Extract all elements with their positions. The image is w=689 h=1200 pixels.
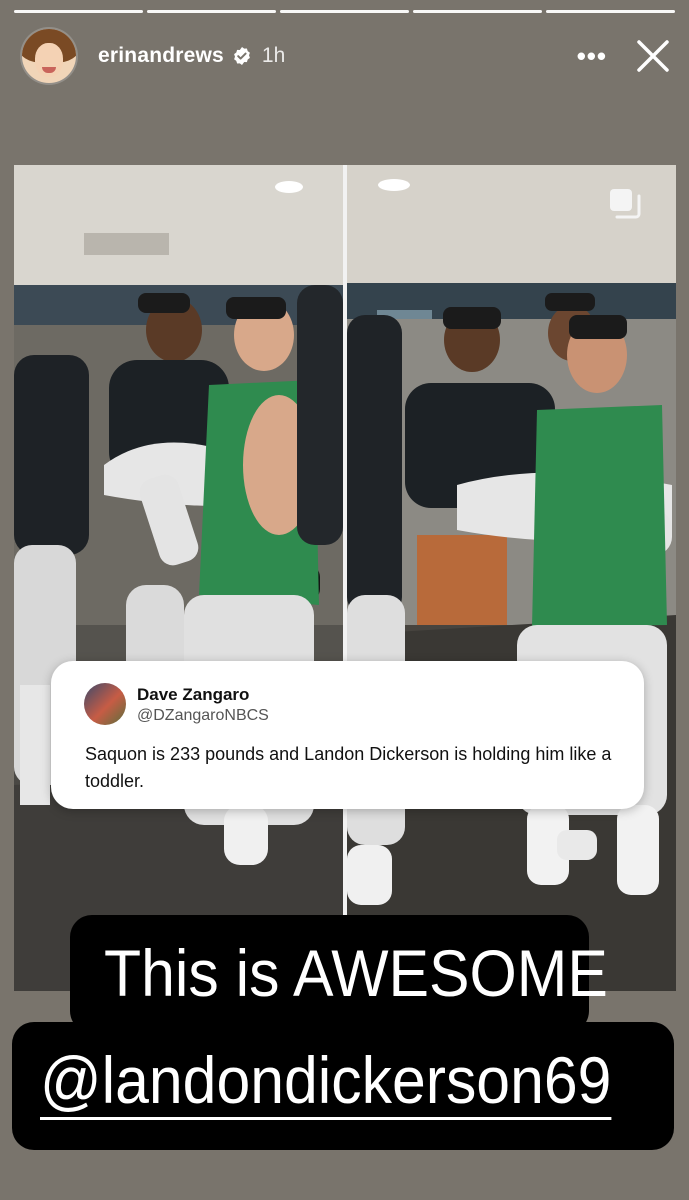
verified-badge-icon — [234, 47, 250, 65]
avatar[interactable] — [22, 29, 76, 83]
story-photo — [14, 165, 676, 991]
progress-segment — [14, 10, 143, 13]
progress-segment — [147, 10, 276, 13]
tweet-text: Saquon is 233 pounds and Landon Dickerso… — [85, 744, 612, 791]
photo-right-panel — [347, 165, 676, 991]
username[interactable]: erinandrews — [98, 44, 224, 68]
tweet-author-handle: @DZangaroNBCS — [137, 707, 269, 724]
progress-segment — [546, 10, 675, 13]
multi-image-icon — [610, 189, 641, 219]
close-icon[interactable] — [635, 38, 671, 74]
tweet-card[interactable]: Dave Zangaro @DZangaroNBCS Saquon is 233… — [51, 661, 644, 809]
caption-line1: This is AWESOME — [104, 936, 608, 1010]
mention-link[interactable]: @landondickerson69 — [40, 1042, 611, 1118]
time-ago: 1h — [261, 44, 286, 67]
tweet-author-name: Dave Zangaro — [137, 685, 250, 704]
progress-segment — [280, 10, 409, 13]
tweet-avatar — [84, 683, 126, 725]
story-header: erinandrews 1h ••• — [22, 28, 671, 84]
photo-left-panel — [14, 165, 343, 991]
progress-segment — [413, 10, 542, 13]
story-progress-bar — [14, 10, 675, 13]
more-icon[interactable]: ••• — [577, 41, 607, 72]
